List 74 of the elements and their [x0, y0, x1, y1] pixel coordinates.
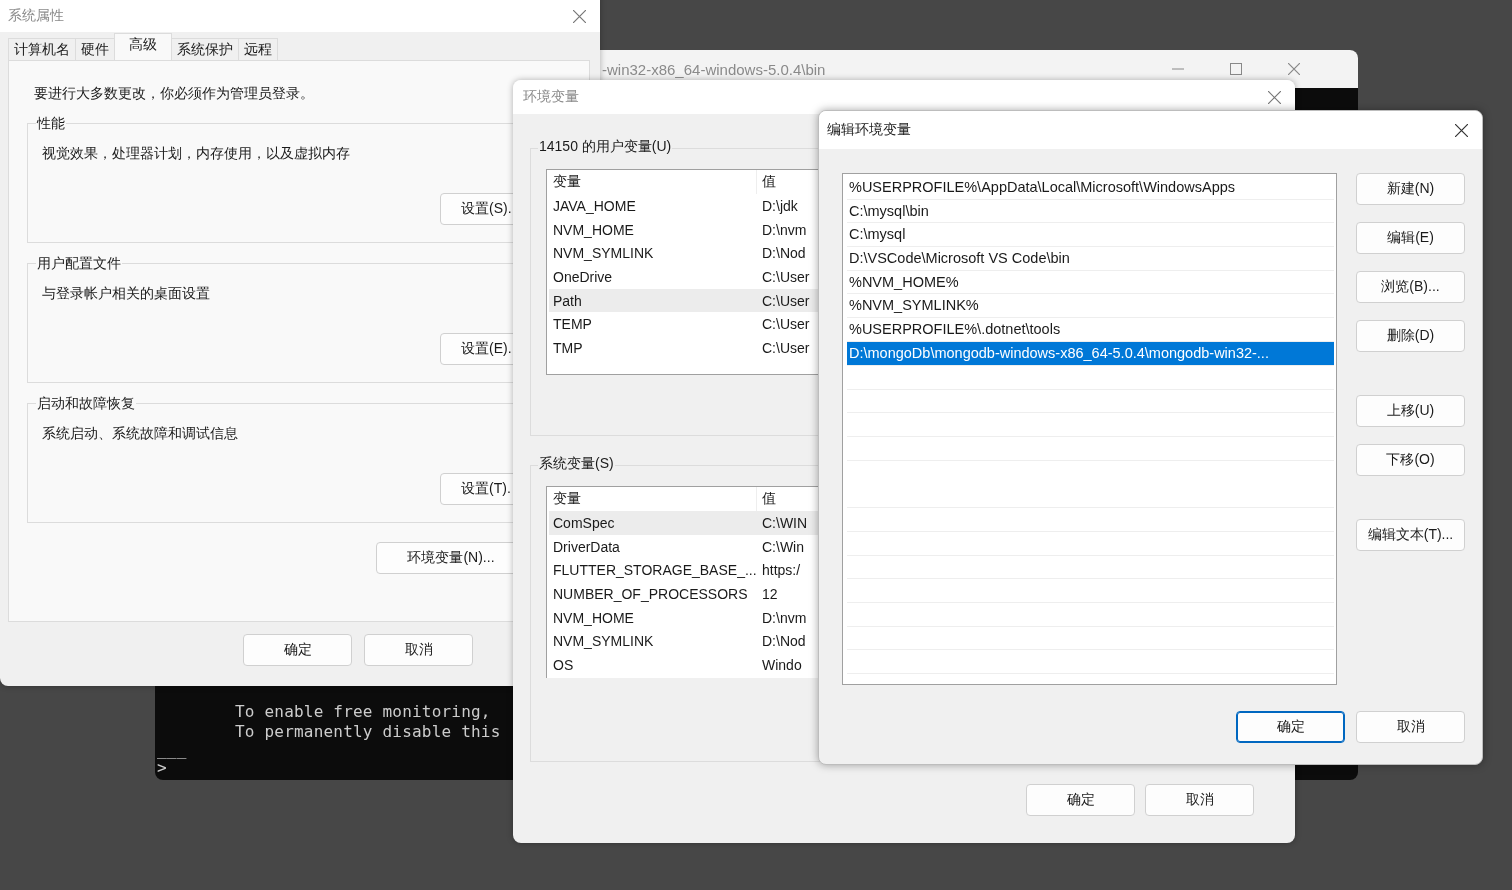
column-header[interactable]: 值: [757, 487, 776, 511]
group-description: 系统启动、系统故障和调试信息: [42, 425, 238, 443]
list-item[interactable]: %USERPROFILE%\AppData\Local\Microsoft\WindowsApps: [847, 176, 1334, 200]
terminal-line: To permanently disable this: [235, 722, 501, 742]
group-title: 性能: [36, 115, 66, 133]
group-description: 与登录帐户相关的桌面设置: [42, 285, 210, 303]
window-title: 系统属性: [8, 7, 64, 25]
terminal-prompt: >: [157, 758, 167, 778]
table-cell-text: Windo: [761, 656, 802, 673]
notice-text: 要进行大多数更改，你必须作为管理员登录。: [34, 85, 314, 103]
side-button[interactable]: 编辑文本(T)...: [1356, 519, 1465, 551]
side-button[interactable]: 上移(U): [1356, 395, 1465, 427]
list-item[interactable]: %NVM_SYMLINK%: [847, 294, 1334, 319]
side-button[interactable]: 编辑(E): [1356, 222, 1465, 254]
table-cell-text: D:\Nod: [761, 633, 806, 650]
table-cell-text: D:\nvm: [761, 609, 807, 626]
terminal-line: ___: [157, 742, 187, 758]
dialog-button[interactable]: 确定: [1236, 711, 1345, 743]
side-button[interactable]: 新建(N): [1356, 173, 1465, 205]
window-title: 编辑环境变量: [827, 121, 911, 139]
group-title: 系统变量(S): [538, 455, 615, 473]
table-cell-text: NUMBER_OF_PROCESSORS: [552, 585, 749, 602]
table-cell-text: NVM_HOME: [552, 609, 635, 626]
group-description: 视觉效果，处理器计划，内存使用，以及虚拟内存: [42, 145, 350, 163]
window-title: 环境变量: [523, 88, 579, 106]
column-header[interactable]: 值: [757, 170, 776, 194]
table-cell-text: FLUTTER_STORAGE_BASE_...: [552, 562, 757, 579]
table-cell-text: DriverData: [552, 538, 621, 555]
list-item[interactable]: C:\mysql: [847, 223, 1334, 248]
tab[interactable]: 计算机名: [8, 38, 76, 60]
table-cell-text: D:\nvm: [761, 221, 807, 238]
dialog-button[interactable]: 取消: [1145, 784, 1254, 816]
table-cell-text: 12: [761, 585, 778, 602]
table-cell-text: TMP: [552, 339, 584, 356]
maximize-icon[interactable]: [1230, 63, 1242, 75]
table-cell-text: NVM_HOME: [552, 221, 635, 238]
table-cell-text: D:\jdk: [761, 197, 798, 214]
table-cell-text: NVM_SYMLINK: [552, 245, 655, 262]
list-item[interactable]: C:\mysql\bin: [847, 199, 1334, 224]
table-cell-text: C:\User: [761, 339, 810, 356]
window-title: -win32-x86_64-windows-5.0.4\bin: [602, 60, 826, 78]
table-cell-text: https:/: [761, 562, 801, 579]
list-item[interactable]: %NVM_HOME%: [847, 270, 1334, 295]
table-cell-text: C:\User: [761, 316, 810, 333]
list-item[interactable]: %USERPROFILE%\.dotnet\tools: [847, 318, 1334, 342]
table-cell-text: NVM_SYMLINK: [552, 633, 655, 650]
tab[interactable]: 高级: [114, 33, 172, 60]
terminal-line: To enable free monitoring,: [235, 702, 491, 722]
dialog-button[interactable]: 取消: [364, 634, 473, 666]
table-cell-text: OS: [552, 656, 575, 673]
group-title: 14150 的用户变量(U): [538, 138, 673, 156]
dialog-button[interactable]: 取消: [1356, 711, 1465, 743]
tab[interactable]: 远程: [238, 38, 278, 60]
table-cell-text: C:\WIN: [761, 514, 808, 531]
side-button[interactable]: 浏览(B)...: [1356, 271, 1465, 303]
list-item[interactable]: D:\VSCode\Microsoft VS Code\bin: [847, 247, 1334, 271]
table-cell-text: JAVA_HOME: [552, 197, 637, 214]
side-button[interactable]: 删除(D): [1356, 320, 1465, 352]
table-cell-text: TEMP: [552, 316, 593, 333]
table-cell-text: D:\Nod: [761, 245, 806, 262]
dialog-button[interactable]: 确定: [243, 634, 352, 666]
dialog-button[interactable]: 确定: [1026, 784, 1135, 816]
table-cell-text: C:\Win: [761, 538, 804, 555]
table-cell-text: ComSpec: [552, 514, 616, 531]
group-title: 启动和故障恢复: [36, 395, 136, 413]
column-header[interactable]: 变量: [549, 170, 757, 194]
group-title: 用户配置文件: [36, 255, 122, 273]
list-item[interactable]: D:\mongoDb\mongodb-windows-x86_64-5.0.4\mongodb-win32-...: [847, 341, 1334, 366]
table-cell-text: C:\User: [761, 292, 810, 309]
table-cell-text: C:\User: [761, 268, 810, 285]
table-cell-text: OneDrive: [552, 268, 614, 285]
close-icon[interactable]: [1455, 123, 1468, 137]
side-button[interactable]: 下移(O): [1356, 444, 1465, 476]
table-cell-text: Path: [552, 292, 583, 309]
